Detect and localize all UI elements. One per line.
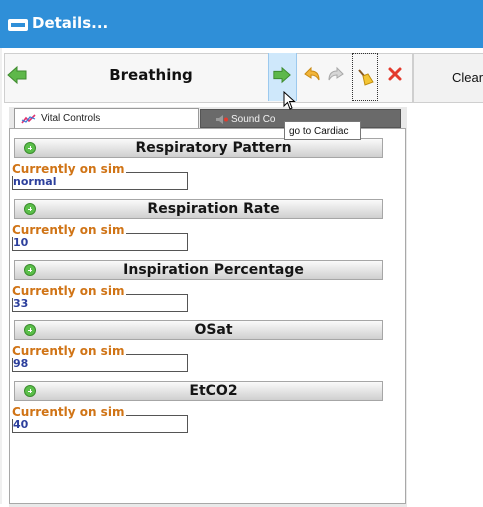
- back-arrow-icon[interactable]: [6, 64, 30, 86]
- title-bar: Details...: [0, 0, 483, 48]
- window-edge: [0, 48, 2, 504]
- current-label: Currently on sim: [12, 405, 127, 419]
- section-header-respiration-rate[interactable]: Respiration Rate: [14, 199, 383, 219]
- current-value: 33: [13, 297, 29, 310]
- section-title: Respiration Rate: [147, 201, 280, 217]
- clear-button[interactable]: Clear: [413, 53, 483, 103]
- app-icon: [8, 19, 28, 31]
- expand-icon[interactable]: [24, 142, 36, 154]
- clean-button[interactable]: [352, 53, 378, 101]
- expand-icon[interactable]: [24, 264, 36, 276]
- redo-icon[interactable]: [326, 65, 346, 85]
- expand-icon[interactable]: [24, 324, 36, 336]
- section-header-respiratory-pattern[interactable]: Respiratory Pattern: [14, 138, 383, 158]
- screen-label: Breathing: [109, 66, 193, 84]
- current-label: Currently on sim: [12, 284, 127, 298]
- chart-icon: [21, 113, 37, 128]
- current-label: Currently on sim: [12, 223, 127, 237]
- section-header-etco2[interactable]: EtCO2: [14, 381, 383, 401]
- current-label: Currently on sim: [12, 162, 127, 176]
- forward-arrow-icon: [272, 65, 292, 85]
- tooltip: go to Cardiac: [284, 121, 361, 140]
- current-value: 10: [13, 236, 29, 249]
- current-label: Currently on sim: [12, 344, 127, 358]
- expand-icon[interactable]: [24, 203, 36, 215]
- section-header-inspiration-percentage[interactable]: Inspiration Percentage: [14, 260, 383, 280]
- tab-vital-controls[interactable]: Vital Controls: [14, 108, 199, 129]
- window-title: Details...: [32, 14, 109, 32]
- broom-icon: [355, 67, 375, 91]
- mouse-cursor-icon: [283, 90, 297, 115]
- current-value: 40: [13, 418, 29, 431]
- current-value: normal: [13, 175, 57, 188]
- section-title: Respiratory Pattern: [135, 140, 292, 156]
- clear-button-label: Clear: [452, 70, 483, 85]
- tab-label: Sound Co: [231, 114, 276, 125]
- expand-icon[interactable]: [24, 385, 36, 397]
- speaker-icon: [215, 114, 229, 128]
- undo-icon[interactable]: [302, 65, 322, 85]
- close-icon[interactable]: [386, 65, 406, 85]
- section-title: Inspiration Percentage: [123, 262, 304, 278]
- section-title: OSat: [194, 322, 233, 338]
- section-header-osat[interactable]: OSat: [14, 320, 383, 340]
- tab-label: Vital Controls: [41, 113, 101, 124]
- section-title: EtCO2: [189, 383, 238, 399]
- current-value: 98: [13, 357, 29, 370]
